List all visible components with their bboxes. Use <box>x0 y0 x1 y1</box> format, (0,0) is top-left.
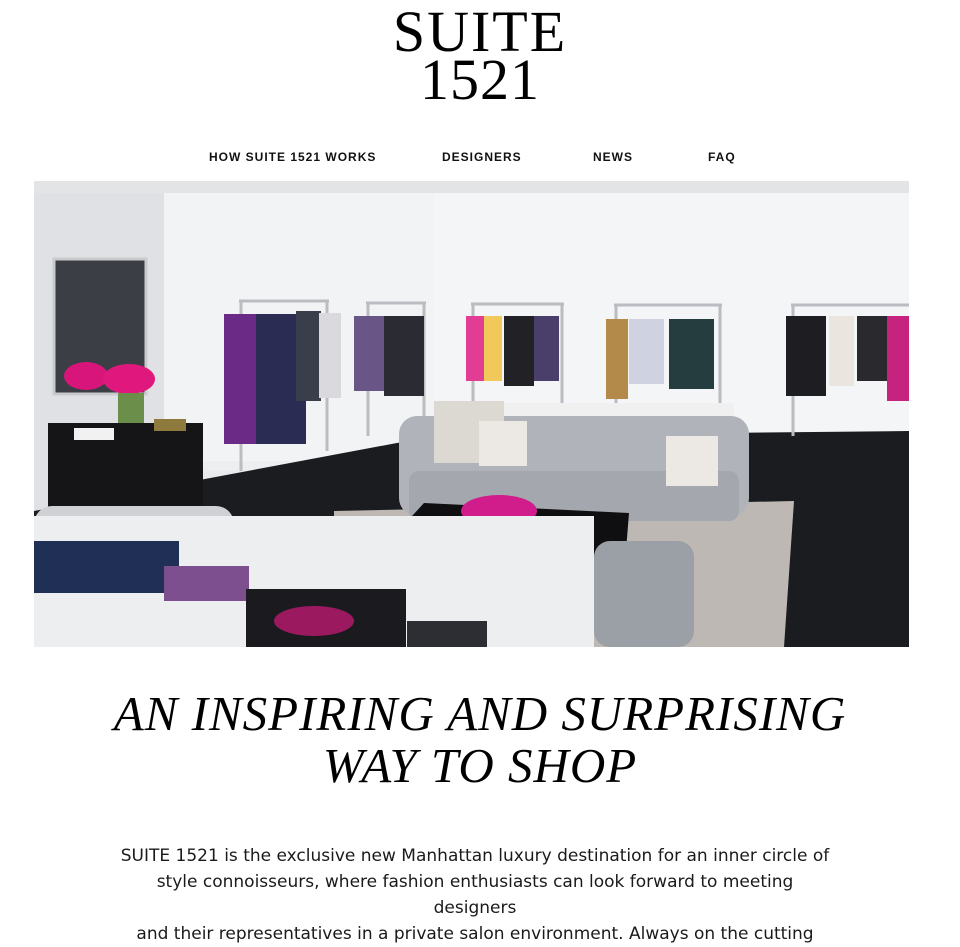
intro-line-3: and their representatives in a private s… <box>136 924 814 944</box>
headline-line-1: AN INSPIRING AND SURPRISING <box>113 686 847 741</box>
intro-line-1: SUITE 1521 is the exclusive new Manhatta… <box>120 846 830 866</box>
site-logo[interactable]: SUITE 1521 <box>0 3 960 112</box>
headline-line-2: WAY TO SHOP <box>322 738 638 793</box>
intro-paragraph: SUITE 1521 is the exclusive new Manhatta… <box>115 843 835 947</box>
nav-designers[interactable]: DESIGNERS <box>442 150 522 164</box>
intro-line-2: style connoisseurs, where fashion enthus… <box>156 872 794 918</box>
hero-showroom-image <box>34 181 909 647</box>
showroom-photo-icon <box>34 181 909 647</box>
nav-news[interactable]: NEWS <box>593 150 633 164</box>
logo-line-2: 1521 <box>420 47 540 112</box>
page-headline: AN INSPIRING AND SURPRISING WAY TO SHOP <box>0 688 960 792</box>
nav-faq[interactable]: FAQ <box>708 150 736 164</box>
main-nav: HOW SUITE 1521 WORKS DESIGNERS NEWS FAQ <box>0 150 960 168</box>
nav-how-it-works[interactable]: HOW SUITE 1521 WORKS <box>209 150 376 164</box>
